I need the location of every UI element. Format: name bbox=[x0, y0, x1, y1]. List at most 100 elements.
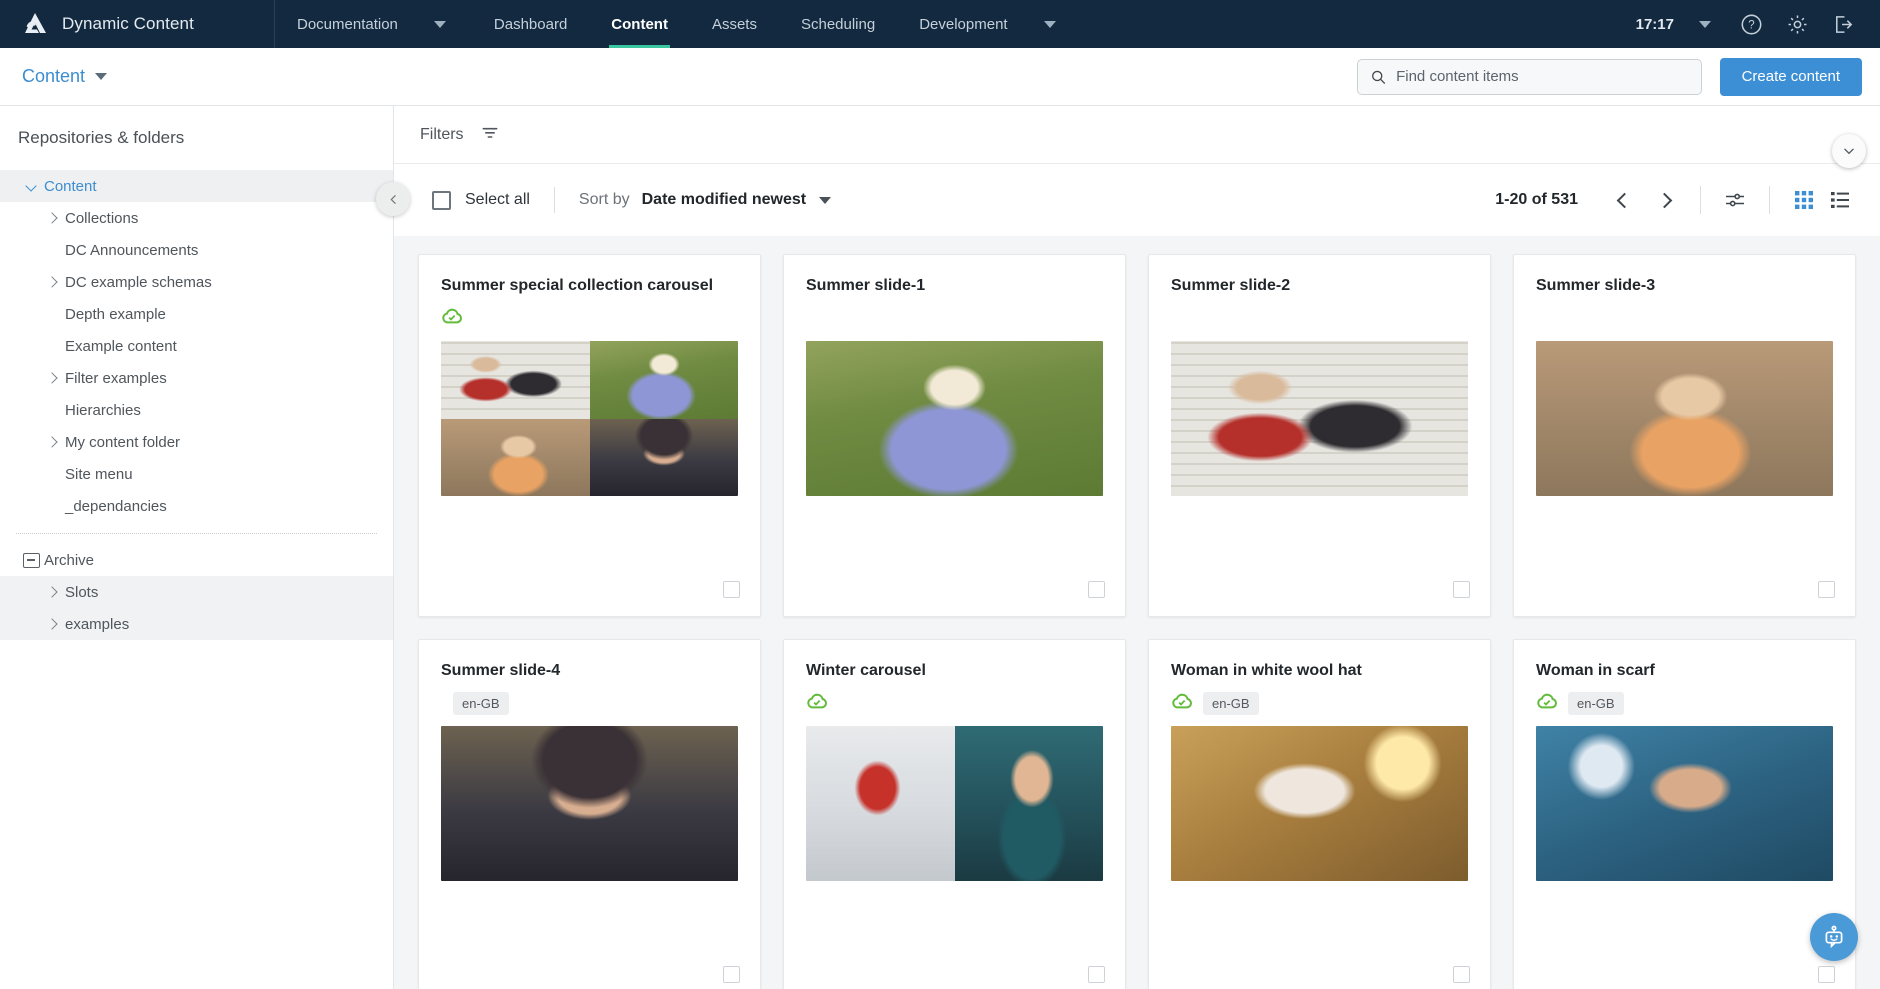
card-select-checkbox[interactable] bbox=[1453, 581, 1470, 598]
thumbnail-tile bbox=[954, 726, 1103, 881]
brand-area[interactable]: Dynamic Content bbox=[0, 0, 275, 48]
content-grid-area: Summer special collection carousel Summe… bbox=[394, 236, 1880, 989]
sidebar-item-dc-announcements[interactable]: DC Announcements bbox=[0, 234, 393, 266]
sidebar-item-my-content-folder[interactable]: My content folder bbox=[0, 426, 393, 458]
clock-display: 17:17 bbox=[1635, 15, 1674, 33]
sub-header: Content Create content bbox=[0, 48, 1880, 106]
pagination-count: 1-20 of 531 bbox=[1495, 191, 1578, 208]
sidebar-item-example-content[interactable]: Example content bbox=[0, 330, 393, 362]
chevron-down-icon bbox=[1043, 20, 1056, 28]
grid-view-button[interactable] bbox=[1786, 182, 1822, 218]
filters-collapse-button[interactable] bbox=[1832, 134, 1866, 168]
card-thumbnail bbox=[441, 341, 738, 496]
nav-documentation-dropdown[interactable] bbox=[408, 0, 472, 48]
sidebar-item-label: Example content bbox=[65, 337, 177, 355]
nav-item-dashboard[interactable]: Dashboard bbox=[472, 0, 589, 48]
display-settings-button[interactable] bbox=[1717, 182, 1753, 218]
content-card[interactable]: Summer slide-2 bbox=[1148, 254, 1491, 617]
card-meta: en-GB bbox=[1514, 680, 1855, 715]
nav-item-development[interactable]: Development bbox=[897, 0, 1017, 48]
chevron-right-icon[interactable] bbox=[39, 436, 65, 448]
filters-bar: Filters bbox=[394, 106, 1880, 168]
content-card[interactable]: Summer special collection carousel bbox=[418, 254, 761, 617]
primary-nav: Documentation Dashboard Content Assets S… bbox=[275, 0, 1082, 48]
thumbnail-tile bbox=[1536, 726, 1833, 881]
sidebar-item-depth-example[interactable]: Depth example bbox=[0, 298, 393, 330]
help-button[interactable]: ? bbox=[1728, 0, 1774, 48]
card-thumbnail-wrap bbox=[784, 329, 1125, 616]
content-card[interactable]: Summer slide-3 bbox=[1513, 254, 1856, 617]
nav-development-dropdown[interactable] bbox=[1018, 0, 1082, 48]
card-thumbnail-wrap bbox=[1149, 329, 1490, 616]
content-card[interactable]: Summer slide-1 bbox=[783, 254, 1126, 617]
sort-by-value[interactable]: Date modified newest bbox=[642, 191, 806, 209]
locale-badge: en-GB bbox=[1203, 691, 1259, 715]
chevron-right-icon[interactable] bbox=[39, 586, 65, 598]
sidebar-collapse-button[interactable] bbox=[376, 182, 410, 216]
sidebar-item-examples[interactable]: examples bbox=[0, 608, 393, 640]
sidebar-item-collections[interactable]: Collections bbox=[0, 202, 393, 234]
chevron-right-icon[interactable] bbox=[39, 212, 65, 224]
nav-item-documentation[interactable]: Documentation bbox=[275, 0, 408, 48]
create-content-button[interactable]: Create content bbox=[1719, 57, 1862, 96]
chevron-right-icon[interactable] bbox=[39, 618, 65, 630]
select-all-label: Select all bbox=[465, 191, 530, 208]
sidebar-item-content[interactable]: Content bbox=[0, 170, 393, 202]
sidebar-item-site-menu[interactable]: Site menu bbox=[0, 458, 393, 490]
chevron-right-icon[interactable] bbox=[39, 276, 65, 288]
chevron-right-icon[interactable] bbox=[39, 372, 65, 384]
content-card[interactable]: Summer slide-4 en-GB bbox=[418, 639, 761, 989]
card-title: Summer slide-1 bbox=[806, 277, 926, 294]
sidebar-item-label: Hierarchies bbox=[65, 401, 141, 419]
next-page-button[interactable] bbox=[1644, 180, 1684, 220]
account-dropdown-button[interactable] bbox=[1682, 0, 1728, 48]
sidebar-item-archive[interactable]: Archive bbox=[0, 544, 393, 576]
sidebar-item-dc-example-schemas[interactable]: DC example schemas bbox=[0, 266, 393, 298]
settings-button[interactable] bbox=[1774, 0, 1820, 48]
chevron-down-icon bbox=[1699, 20, 1711, 28]
search-box[interactable] bbox=[1356, 58, 1702, 95]
list-view-button[interactable] bbox=[1822, 182, 1858, 218]
chevron-down-icon[interactable] bbox=[18, 180, 44, 192]
content-card[interactable]: Woman in scarf en-GB bbox=[1513, 639, 1856, 989]
nav-item-content[interactable]: Content bbox=[589, 0, 690, 48]
card-select-checkbox[interactable] bbox=[1088, 581, 1105, 598]
card-select-checkbox[interactable] bbox=[723, 966, 740, 983]
card-title: Summer slide-3 bbox=[1536, 277, 1656, 294]
toolbar-divider bbox=[1769, 186, 1770, 214]
sidebar-item-dependancies[interactable]: _dependancies bbox=[0, 490, 393, 522]
logout-icon bbox=[1835, 15, 1852, 33]
thumbnail-tile bbox=[441, 341, 590, 419]
filter-icon[interactable] bbox=[480, 122, 500, 147]
card-select-checkbox[interactable] bbox=[1818, 966, 1835, 983]
chevron-down-icon[interactable] bbox=[819, 196, 832, 204]
toolbar-divider bbox=[553, 187, 555, 213]
chat-assistant-button[interactable] bbox=[1810, 913, 1858, 961]
nav-item-scheduling[interactable]: Scheduling bbox=[779, 0, 897, 48]
body-wrapper: Repositories & folders Content Collectio… bbox=[0, 106, 1880, 989]
logout-button[interactable] bbox=[1820, 0, 1866, 48]
search-icon bbox=[1371, 70, 1385, 84]
locale-badge: en-GB bbox=[1568, 691, 1624, 715]
card-select-checkbox[interactable] bbox=[1088, 966, 1105, 983]
breadcrumb-label: Content bbox=[22, 66, 86, 86]
cloud-published-icon bbox=[1171, 692, 1193, 714]
card-meta bbox=[784, 680, 1125, 714]
content-card[interactable]: Woman in white wool hat en-GB bbox=[1148, 639, 1491, 989]
card-thumbnail-wrap bbox=[1514, 714, 1855, 989]
sidebar-item-hierarchies[interactable]: Hierarchies bbox=[0, 394, 393, 426]
search-input[interactable] bbox=[1396, 68, 1689, 85]
card-select-checkbox[interactable] bbox=[1453, 966, 1470, 983]
sub-header-right: Create content bbox=[1356, 57, 1862, 96]
breadcrumb[interactable]: Content bbox=[22, 66, 108, 87]
card-select-checkbox[interactable] bbox=[723, 581, 740, 598]
card-select-checkbox[interactable] bbox=[1818, 581, 1835, 598]
select-all-checkbox[interactable] bbox=[432, 190, 451, 210]
grid-view-icon bbox=[1795, 191, 1813, 209]
top-navigation-bar: Dynamic Content Documentation Dashboard … bbox=[0, 0, 1880, 48]
content-card[interactable]: Winter carousel bbox=[783, 639, 1126, 989]
sidebar-item-slots[interactable]: Slots bbox=[0, 576, 393, 608]
nav-item-assets[interactable]: Assets bbox=[690, 0, 779, 48]
previous-page-button[interactable] bbox=[1604, 180, 1644, 220]
sidebar-item-filter-examples[interactable]: Filter examples bbox=[0, 362, 393, 394]
